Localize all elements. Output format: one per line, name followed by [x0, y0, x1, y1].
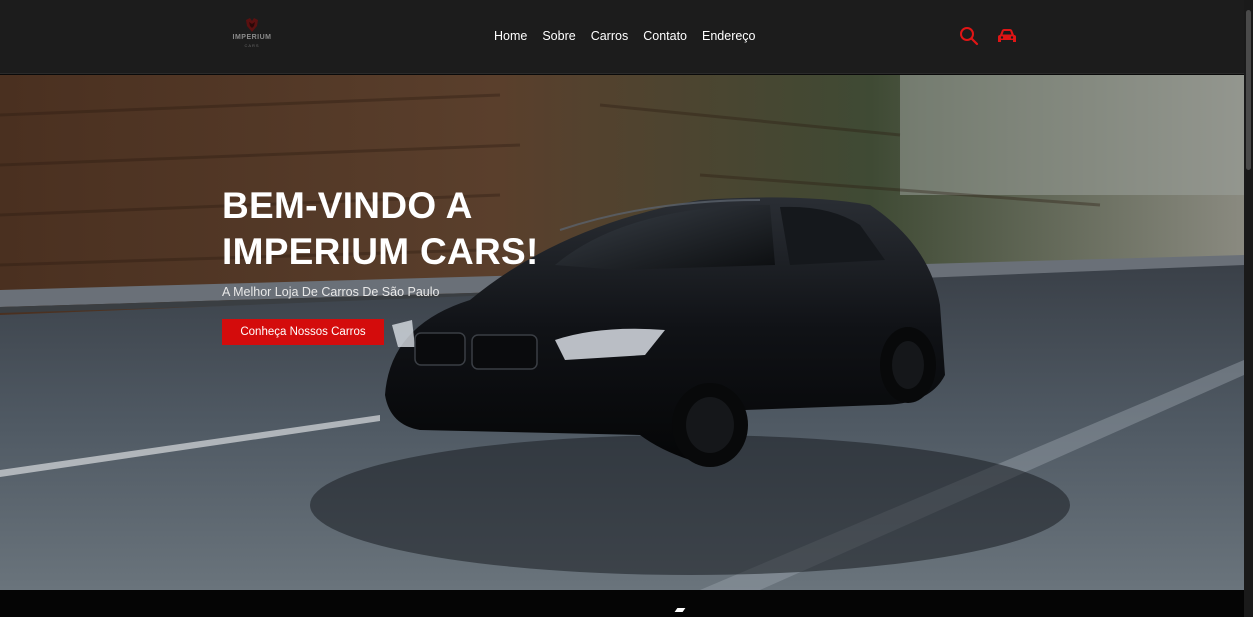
- view-cars-button[interactable]: Conheça Nossos Carros: [222, 319, 384, 345]
- hero-title: BEM-VINDO A IMPERIUM CARS!: [222, 183, 602, 275]
- logo-subtext: CARS: [244, 43, 260, 48]
- main-nav: Home Sobre Carros Contato Endereço: [494, 29, 756, 43]
- search-icon[interactable]: [958, 26, 980, 46]
- scrollbar-thumb[interactable]: [1246, 10, 1251, 170]
- nav-item-carros[interactable]: Carros: [591, 29, 629, 43]
- nav-item-endereco[interactable]: Endereço: [702, 29, 756, 43]
- page-scrollbar[interactable]: [1244, 0, 1253, 617]
- hero-title-line2: IMPERIUM CARS!: [222, 231, 539, 272]
- header-actions: [958, 26, 1018, 46]
- next-section: [0, 590, 1244, 617]
- lion-emblem-icon: [246, 18, 258, 32]
- hero-car-photo: [0, 75, 1244, 590]
- hero-subtitle: A Melhor Loja De Carros De São Paulo: [222, 285, 440, 299]
- nav-item-home[interactable]: Home: [494, 29, 527, 43]
- nav-item-contato[interactable]: Contato: [643, 29, 687, 43]
- section-heading-accent: [674, 608, 686, 612]
- hero-banner: BEM-VINDO A IMPERIUM CARS! A Melhor Loja…: [0, 75, 1244, 590]
- logo-text: IMPERIUM: [232, 34, 272, 41]
- site-header: IMPERIUM CARS Home Sobre Carros Contato …: [0, 0, 1244, 74]
- nav-item-sobre[interactable]: Sobre: [542, 29, 575, 43]
- brand-logo[interactable]: IMPERIUM CARS: [222, 18, 284, 52]
- car-icon[interactable]: [996, 26, 1018, 46]
- hero-title-line1: BEM-VINDO A: [222, 185, 473, 226]
